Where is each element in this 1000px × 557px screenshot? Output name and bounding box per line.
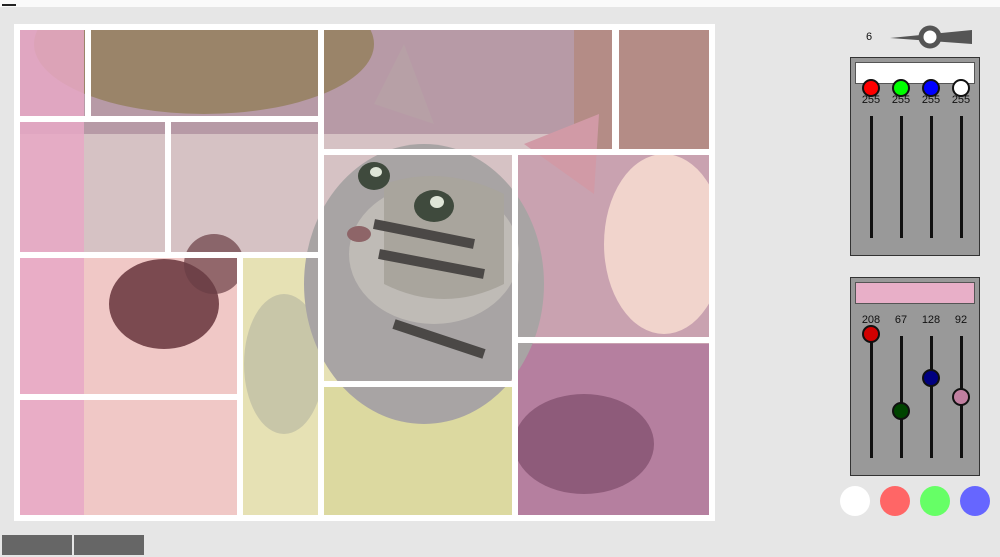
preset-blue-swatch[interactable]	[960, 486, 990, 516]
top-bar	[0, 0, 1000, 7]
green-channel-slider[interactable]	[900, 336, 903, 458]
alpha-channel-slider[interactable]	[960, 116, 963, 238]
blue-channel-knob[interactable]	[922, 368, 940, 387]
blue-channel-slider[interactable]	[930, 336, 933, 458]
stroke-width-knob[interactable]	[918, 25, 942, 49]
canvas-tile[interactable]	[324, 30, 612, 149]
stroke-width-slider[interactable]	[888, 24, 974, 50]
red-channel-slider[interactable]	[870, 116, 873, 238]
canvas-tile[interactable]	[20, 400, 237, 515]
canvas-tile[interactable]	[324, 155, 512, 381]
blue-channel-value: 128	[921, 314, 941, 326]
canvas-tile[interactable]	[518, 343, 709, 515]
green-channel-knob[interactable]	[892, 402, 910, 421]
canvas-tile[interactable]	[91, 30, 318, 116]
green-channel-slider[interactable]	[900, 116, 903, 238]
canvas-tile[interactable]	[20, 30, 85, 116]
stroke-color-mixer: 208 67 128 92	[850, 277, 980, 476]
preset-green-swatch[interactable]	[920, 486, 950, 516]
canvas-tile[interactable]	[20, 258, 237, 394]
stroke-color-swatch	[855, 282, 975, 304]
preset-red-swatch[interactable]	[880, 486, 910, 516]
green-channel-value: 67	[894, 314, 908, 326]
canvas-tile[interactable]	[20, 122, 165, 252]
canvas-tile[interactable]	[518, 155, 709, 337]
green-channel-knob[interactable]	[892, 79, 910, 97]
fill-color-mixer: 255 255 255 255	[850, 57, 980, 256]
bottom-tab-1[interactable]	[2, 535, 72, 555]
canvas-tile[interactable]	[243, 258, 318, 515]
canvas-tile[interactable]	[171, 122, 318, 252]
bottom-tab-2[interactable]	[74, 535, 144, 555]
canvas-tile[interactable]	[619, 30, 709, 149]
drawing-canvas[interactable]	[14, 24, 715, 521]
menu-icon[interactable]	[2, 0, 16, 6]
blue-channel-knob[interactable]	[922, 79, 940, 97]
preset-white-swatch[interactable]	[840, 486, 870, 516]
red-channel-knob[interactable]	[862, 324, 880, 343]
stroke-width-value: 6	[865, 31, 873, 43]
canvas-tile[interactable]	[324, 387, 512, 515]
red-channel-knob[interactable]	[862, 79, 880, 97]
alpha-channel-knob[interactable]	[952, 79, 970, 97]
alpha-channel-value: 92	[954, 314, 968, 326]
red-channel-slider[interactable]	[870, 336, 873, 458]
blue-channel-slider[interactable]	[930, 116, 933, 238]
alpha-channel-knob[interactable]	[952, 388, 970, 407]
